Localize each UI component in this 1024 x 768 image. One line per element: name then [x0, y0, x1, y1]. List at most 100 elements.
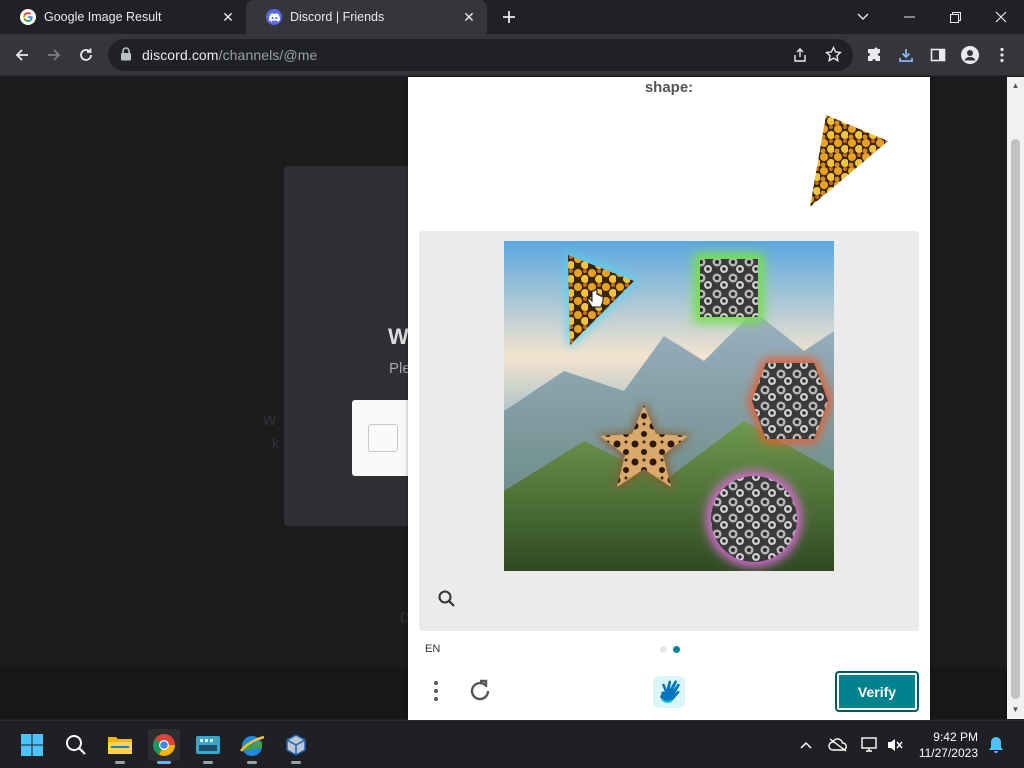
- side-panel-icon: [930, 48, 946, 62]
- page-dot-active: [673, 646, 680, 653]
- file-explorer-icon: [108, 737, 132, 754]
- scrollbar-thumb[interactable]: [1011, 139, 1020, 699]
- virtualbox-icon: [286, 734, 306, 756]
- tab-search-button[interactable]: [840, 0, 886, 34]
- downloads-button[interactable]: [892, 41, 920, 69]
- hcaptcha-challenge: shape: EN Verify: [408, 77, 930, 720]
- url-host: discord.com: [142, 47, 219, 63]
- arrow-right-icon: [48, 49, 61, 61]
- modal-heading: W: [388, 324, 409, 349]
- url-path: /channels/@me: [218, 47, 318, 63]
- taskbar-keyboard-app[interactable]: [192, 729, 224, 764]
- network-icon: [861, 737, 877, 752]
- zoom-button[interactable]: [437, 589, 457, 609]
- scroll-up-arrow-icon[interactable]: ▲: [1011, 81, 1020, 90]
- refresh-challenge-button[interactable]: [466, 677, 494, 705]
- scroll-down-arrow-icon[interactable]: ▼: [1011, 705, 1020, 714]
- page-scrollbar[interactable]: ▲ ▼: [1007, 77, 1024, 719]
- hcaptcha-logo: [652, 675, 686, 709]
- hexagon-shape: [752, 363, 828, 439]
- arrow-left-icon: [15, 49, 28, 61]
- browser-toolbar: discord.com/channels/@me: [0, 34, 1024, 76]
- kebab-menu-icon: [434, 681, 438, 701]
- restore-button[interactable]: [932, 0, 978, 34]
- running-indicator: [115, 761, 125, 764]
- kebab-menu-icon: [1000, 47, 1004, 63]
- profile-button[interactable]: [956, 41, 984, 69]
- restore-icon: [949, 11, 961, 23]
- challenge-menu-button[interactable]: [428, 677, 444, 705]
- back-button[interactable]: [8, 41, 36, 69]
- challenge-image-board[interactable]: [504, 241, 834, 571]
- captcha-checkbox[interactable]: [368, 424, 398, 452]
- magnifier-icon: [438, 590, 455, 607]
- taskbar-globe-app[interactable]: [236, 729, 268, 764]
- notifications-button[interactable]: [986, 735, 1006, 755]
- minimize-icon: [903, 16, 915, 18]
- page-dot: [660, 646, 667, 653]
- challenge-task-area: [419, 231, 919, 631]
- taskbar-search-button[interactable]: [60, 729, 92, 761]
- challenge-pagination: [660, 646, 680, 653]
- url-text: discord.com/channels/@me: [142, 47, 317, 63]
- tray-volume[interactable]: [885, 735, 905, 755]
- lock-icon: [120, 47, 132, 66]
- challenge-prompt: shape:: [644, 79, 694, 96]
- discord-icon: [266, 9, 282, 25]
- sample-triangle-image: [810, 115, 888, 207]
- running-indicator: [291, 761, 301, 764]
- ghost-text: W: [263, 412, 277, 428]
- taskbar-clock[interactable]: 9:42 PM 11/27/2023: [916, 729, 978, 761]
- start-button[interactable]: [16, 729, 48, 761]
- side-panel-button[interactable]: [924, 41, 952, 69]
- chevron-up-icon: [800, 741, 812, 749]
- extensions-button[interactable]: [860, 41, 888, 69]
- ghost-text: k: [272, 435, 279, 451]
- chrome-menu-button[interactable]: [988, 41, 1016, 69]
- globe-app-icon: [240, 735, 265, 756]
- tab-discord-friends[interactable]: Discord | Friends ✕: [246, 0, 487, 34]
- clock-date: 11/27/2023: [918, 746, 978, 760]
- language-selector[interactable]: EN: [425, 643, 440, 655]
- avatar-icon: [961, 46, 979, 64]
- running-indicator: [247, 761, 257, 764]
- taskbar-chrome[interactable]: [148, 729, 180, 764]
- clock-time: 9:42 PM: [933, 730, 978, 744]
- bell-icon: [989, 737, 1003, 753]
- windows-start-icon: [21, 734, 43, 756]
- taskbar-file-explorer[interactable]: [104, 729, 136, 764]
- chevron-down-icon: [857, 13, 869, 20]
- refresh-icon: [470, 679, 490, 701]
- cloud-offline-icon: [828, 738, 847, 752]
- tab-title: Discord | Friends: [290, 10, 385, 24]
- tray-onedrive[interactable]: [828, 735, 848, 755]
- reload-button[interactable]: [72, 41, 100, 69]
- minimize-button[interactable]: [886, 0, 932, 34]
- plus-icon: [503, 11, 515, 23]
- tray-network[interactable]: [860, 735, 880, 755]
- google-g-icon: [20, 9, 36, 25]
- show-hidden-icons-button[interactable]: [796, 735, 816, 755]
- chrome-icon: [153, 734, 175, 756]
- new-tab-button[interactable]: [497, 4, 521, 30]
- tab-google-image-result[interactable]: Google Image Result ✕: [0, 0, 246, 34]
- verify-button[interactable]: Verify: [835, 671, 919, 712]
- circle-shape: [711, 476, 797, 562]
- share-icon[interactable]: [792, 47, 808, 68]
- close-window-button[interactable]: [978, 0, 1024, 34]
- download-icon: [899, 49, 913, 62]
- bookmark-star-icon[interactable]: [825, 45, 842, 68]
- forward-button[interactable]: [40, 41, 68, 69]
- square-shape: [700, 259, 758, 317]
- puzzle-icon: [868, 47, 880, 61]
- running-indicator: [203, 761, 213, 764]
- close-tab-icon[interactable]: ✕: [461, 9, 477, 25]
- windows-taskbar: 9:42 PM 11/27/2023: [0, 720, 1024, 768]
- taskbar-virtualbox[interactable]: [280, 729, 312, 764]
- running-indicator: [157, 761, 171, 764]
- keyboard-app-icon: [196, 736, 220, 754]
- tab-title: Google Image Result: [44, 10, 162, 24]
- reload-icon: [80, 48, 92, 61]
- close-tab-icon[interactable]: ✕: [220, 9, 236, 25]
- address-bar[interactable]: discord.com/channels/@me: [108, 39, 853, 71]
